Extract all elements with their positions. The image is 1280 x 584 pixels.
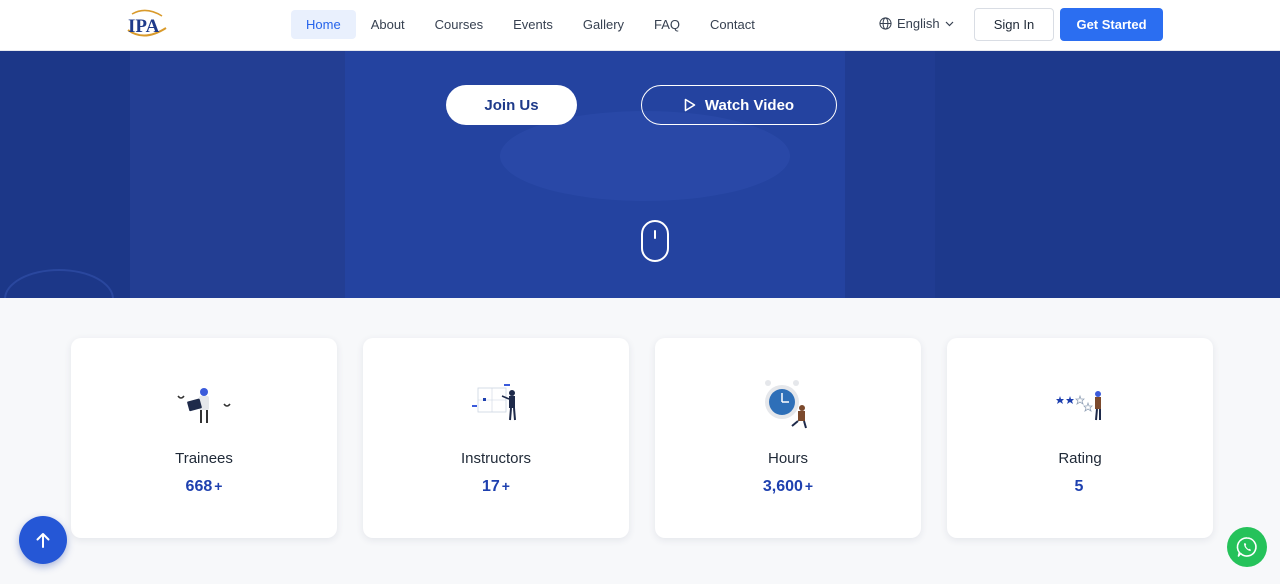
hours-clock-illustration-icon <box>765 380 807 429</box>
stat-card-trainees: Trainees 668 + <box>71 338 337 538</box>
stat-value: 17 + <box>363 478 629 496</box>
stat-suffix: + <box>501 478 510 494</box>
watch-video-button[interactable]: Watch Video <box>641 85 837 125</box>
hero-section: Join Us Watch Video <box>0 51 1280 298</box>
ipa-logo[interactable]: IPA <box>124 8 170 40</box>
logo-text: IPA <box>128 16 160 37</box>
get-started-button[interactable]: Get Started <box>1060 8 1163 41</box>
nav-courses[interactable]: Courses <box>420 10 498 39</box>
stat-value: 668 + <box>71 478 337 496</box>
nav-gallery[interactable]: Gallery <box>568 10 639 39</box>
stat-number: 3,600 <box>762 478 803 495</box>
stat-value: 3,600 + <box>655 478 921 496</box>
nav-about[interactable]: About <box>356 10 420 39</box>
hero-bg-band <box>0 51 130 298</box>
whatsapp-icon <box>1236 537 1257 557</box>
play-icon <box>684 98 696 112</box>
join-us-button[interactable]: Join Us <box>446 85 577 125</box>
sign-in-button[interactable]: Sign In <box>974 8 1054 41</box>
stat-suffix: + <box>804 478 814 494</box>
stat-card-rating: Rating 5 <box>947 338 1213 538</box>
stat-card-instructors: Instructors 17 + <box>363 338 629 538</box>
stat-value: 5 <box>947 478 1213 496</box>
language-label: English <box>897 16 940 31</box>
whatsapp-button[interactable] <box>1227 527 1267 567</box>
nav-home[interactable]: Home <box>291 10 356 39</box>
trainees-illustration-icon <box>177 388 231 423</box>
site-header: IPA Home About Courses Events Gallery FA… <box>0 0 1280 51</box>
rating-stars-illustration-icon <box>1056 391 1101 421</box>
hero-bg-band <box>845 51 935 298</box>
nav-contact[interactable]: Contact <box>695 10 770 39</box>
hero-bg-band <box>935 51 1280 298</box>
globe-icon <box>879 17 892 30</box>
mouse-wheel <box>653 230 656 239</box>
watch-video-label: Watch Video <box>704 96 795 114</box>
stat-number: 17 <box>482 478 500 495</box>
main-nav: Home About Courses Events Gallery FAQ Co… <box>291 10 770 39</box>
stat-label: Trainees <box>175 450 233 467</box>
stat-card-hours: Hours 3,600 + <box>655 338 921 538</box>
chevron-down-icon <box>945 21 954 26</box>
language-selector[interactable]: English <box>879 16 954 31</box>
instructors-illustration-icon <box>472 384 516 421</box>
scroll-to-top-button[interactable] <box>19 516 67 564</box>
stat-number: 5 <box>1074 478 1084 495</box>
stat-label: Hours <box>767 450 808 467</box>
stat-label: Instructors <box>460 450 532 467</box>
hero-bg-band <box>130 51 345 298</box>
nav-faq[interactable]: FAQ <box>639 10 695 39</box>
stat-label: Rating <box>1058 450 1102 467</box>
stat-number: 668 <box>185 478 213 495</box>
nav-events[interactable]: Events <box>498 10 568 39</box>
arrow-up-icon <box>36 533 50 548</box>
scroll-down-mouse-icon[interactable] <box>641 220 669 262</box>
stat-suffix: + <box>214 478 223 494</box>
